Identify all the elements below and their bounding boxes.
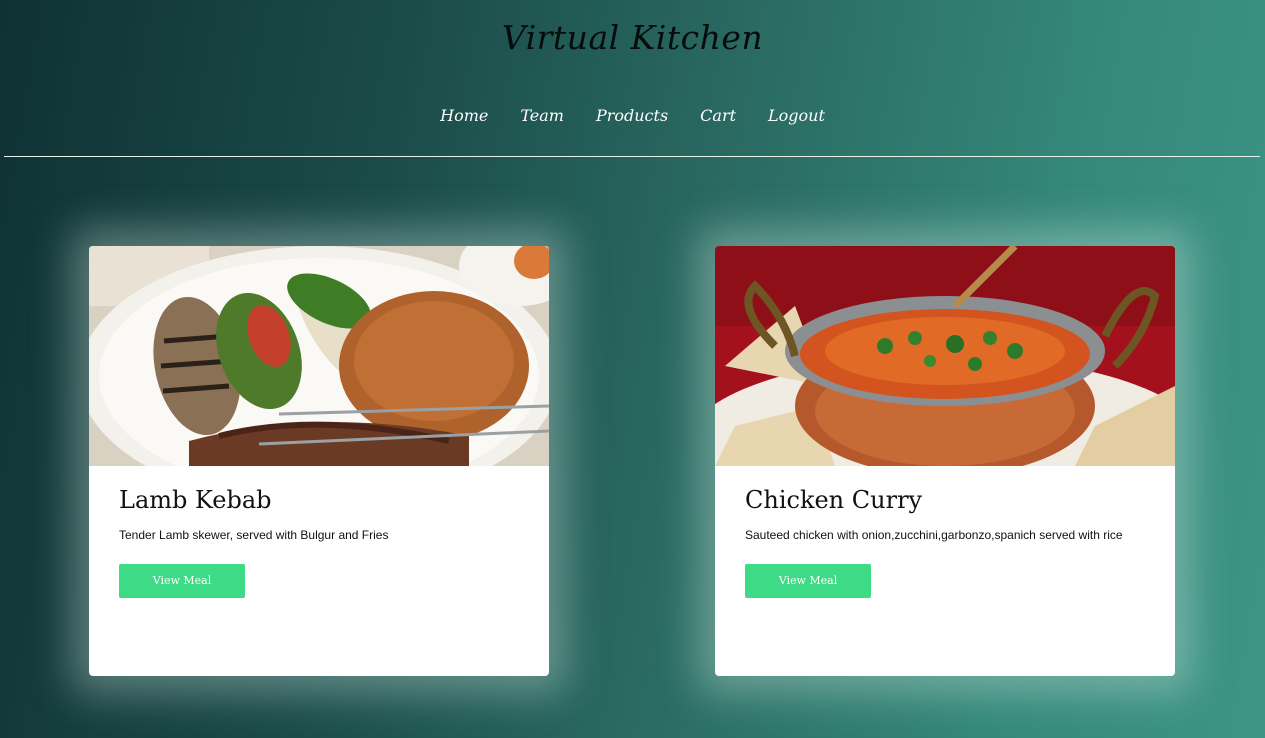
chicken-curry-image [715, 246, 1175, 466]
product-title: Lamb Kebab [119, 486, 272, 514]
nav-home[interactable]: Home [440, 106, 488, 125]
nav-team[interactable]: Team [520, 106, 564, 125]
lamb-kebab-image [89, 246, 549, 466]
product-description: Tender Lamb skewer, served with Bulgur a… [119, 528, 389, 542]
site-title: Virtual Kitchen [501, 18, 764, 57]
header-divider [4, 156, 1260, 157]
nav-logout[interactable]: Logout [768, 106, 825, 125]
nav-cart[interactable]: Cart [700, 106, 736, 125]
product-description: Sauteed chicken with onion,zucchini,garb… [745, 528, 1123, 542]
product-card-chicken-curry: Chicken Curry Sauteed chicken with onion… [715, 246, 1175, 676]
product-title: Chicken Curry [745, 486, 923, 514]
product-card-lamb-kebab: Lamb Kebab Tender Lamb skewer, served wi… [89, 246, 549, 676]
nav-products[interactable]: Products [596, 106, 668, 125]
main-nav: Home Team Products Cart Logout [0, 106, 1265, 125]
view-meal-button[interactable]: View Meal [745, 564, 871, 598]
view-meal-button[interactable]: View Meal [119, 564, 245, 598]
